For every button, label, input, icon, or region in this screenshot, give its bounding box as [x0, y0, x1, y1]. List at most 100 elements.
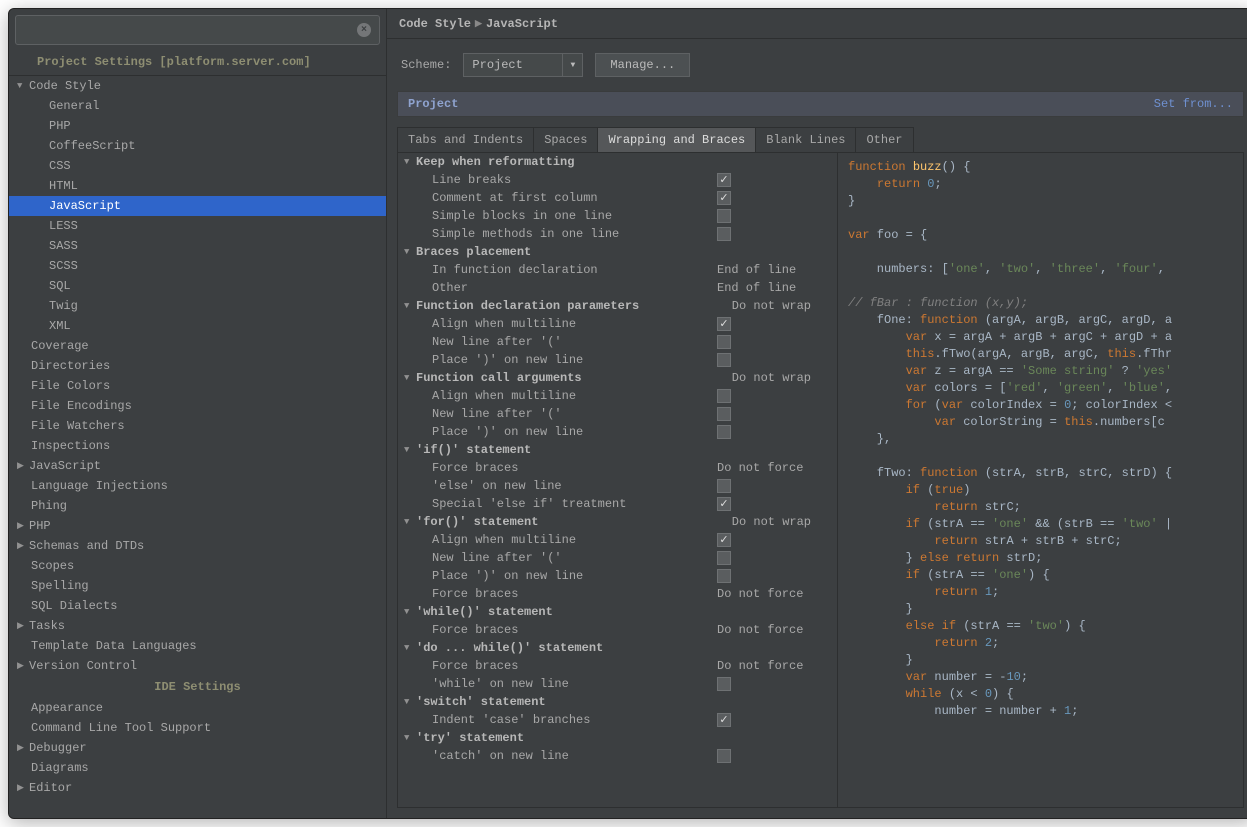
sidebar-item-tasks[interactable]: ▶Tasks — [9, 616, 386, 636]
settings-list[interactable]: ▼Keep when reformattingLine breaks✓Comme… — [398, 153, 838, 807]
set-from-link[interactable]: Set from... — [1154, 97, 1233, 111]
checkbox[interactable]: ✓ — [717, 191, 731, 205]
setting--catch-on-new-line[interactable]: 'catch' on new line — [398, 747, 837, 765]
checkbox[interactable] — [717, 335, 731, 349]
sidebar-item-command-line-tool-support[interactable]: Command Line Tool Support — [9, 718, 386, 738]
group-braces-placement[interactable]: ▼Braces placement — [398, 243, 837, 261]
setting-place-on-new-line[interactable]: Place ')' on new line — [398, 351, 837, 369]
sidebar-item-sql-dialects[interactable]: SQL Dialects — [9, 596, 386, 616]
scheme-dropdown[interactable]: Project ▼ — [463, 53, 583, 77]
setting-force-braces[interactable]: Force bracesDo not force — [398, 621, 837, 639]
sidebar-item-javascript[interactable]: JavaScript — [9, 196, 386, 216]
setting-comment-at-first-column[interactable]: Comment at first column✓ — [398, 189, 837, 207]
setting-other[interactable]: OtherEnd of line — [398, 279, 837, 297]
group-value[interactable]: Do not wrap — [732, 515, 811, 529]
checkbox[interactable] — [717, 551, 731, 565]
manage-button[interactable]: Manage... — [595, 53, 690, 77]
group--for-statement[interactable]: ▼'for()' statementDo not wrap — [398, 513, 837, 531]
chevron-down-icon[interactable]: ▼ — [562, 54, 582, 76]
value-dropdown[interactable]: Do not force — [717, 623, 803, 637]
search-input[interactable]: × — [15, 15, 380, 45]
tab-blank-lines[interactable]: Blank Lines — [755, 127, 856, 152]
checkbox[interactable]: ✓ — [717, 173, 731, 187]
checkbox[interactable] — [717, 749, 731, 763]
sidebar-item-file-watchers[interactable]: File Watchers — [9, 416, 386, 436]
sidebar-item-directories[interactable]: Directories — [9, 356, 386, 376]
settings-tree[interactable]: ▼Code StyleGeneralPHPCoffeeScriptCSSHTML… — [9, 76, 386, 818]
sidebar-item-php[interactable]: ▶PHP — [9, 516, 386, 536]
sidebar-item-css[interactable]: CSS — [9, 156, 386, 176]
setting-in-function-declaration[interactable]: In function declarationEnd of line — [398, 261, 837, 279]
group--switch-statement[interactable]: ▼'switch' statement — [398, 693, 837, 711]
checkbox[interactable] — [717, 425, 731, 439]
sidebar-item-version-control[interactable]: ▶Version Control — [9, 656, 386, 676]
setting-simple-methods-in-one-line[interactable]: Simple methods in one line — [398, 225, 837, 243]
sidebar-item-debugger[interactable]: ▶Debugger — [9, 738, 386, 758]
sidebar-item-appearance[interactable]: Appearance — [9, 698, 386, 718]
sidebar-item-sass[interactable]: SASS — [9, 236, 386, 256]
tab-spaces[interactable]: Spaces — [533, 127, 598, 152]
setting-indent-case-branches[interactable]: Indent 'case' branches✓ — [398, 711, 837, 729]
checkbox[interactable] — [717, 407, 731, 421]
checkbox[interactable] — [717, 479, 731, 493]
sidebar-item-scss[interactable]: SCSS — [9, 256, 386, 276]
sidebar-item-less[interactable]: LESS — [9, 216, 386, 236]
sidebar-item-file-encodings[interactable]: File Encodings — [9, 396, 386, 416]
checkbox[interactable] — [717, 389, 731, 403]
group--try-statement[interactable]: ▼'try' statement — [398, 729, 837, 747]
group-keep-when-reformatting[interactable]: ▼Keep when reformatting — [398, 153, 837, 171]
sidebar-item-spelling[interactable]: Spelling — [9, 576, 386, 596]
setting-force-braces[interactable]: Force bracesDo not force — [398, 585, 837, 603]
setting-new-line-after-[interactable]: New line after '(' — [398, 405, 837, 423]
setting-new-line-after-[interactable]: New line after '(' — [398, 333, 837, 351]
sidebar-item-general[interactable]: General — [9, 96, 386, 116]
setting-align-when-multiline[interactable]: Align when multiline✓ — [398, 531, 837, 549]
sidebar-item-file-colors[interactable]: File Colors — [9, 376, 386, 396]
setting-align-when-multiline[interactable]: Align when multiline — [398, 387, 837, 405]
setting-new-line-after-[interactable]: New line after '(' — [398, 549, 837, 567]
sidebar-item-code-style[interactable]: ▼Code Style — [9, 76, 386, 96]
value-dropdown[interactable]: Do not force — [717, 461, 803, 475]
sidebar-item-sql[interactable]: SQL — [9, 276, 386, 296]
group--if-statement[interactable]: ▼'if()' statement — [398, 441, 837, 459]
sidebar-item-template-data-languages[interactable]: Template Data Languages — [9, 636, 386, 656]
checkbox[interactable]: ✓ — [717, 497, 731, 511]
checkbox[interactable]: ✓ — [717, 317, 731, 331]
sidebar-item-inspections[interactable]: Inspections — [9, 436, 386, 456]
sidebar-item-coffeescript[interactable]: CoffeeScript — [9, 136, 386, 156]
sidebar-item-html[interactable]: HTML — [9, 176, 386, 196]
group-function-declaration-parameters[interactable]: ▼Function declaration parametersDo not w… — [398, 297, 837, 315]
clear-search-icon[interactable]: × — [357, 23, 371, 37]
sidebar-item-diagrams[interactable]: Diagrams — [9, 758, 386, 778]
sidebar-item-scopes[interactable]: Scopes — [9, 556, 386, 576]
checkbox[interactable] — [717, 569, 731, 583]
setting--while-on-new-line[interactable]: 'while' on new line — [398, 675, 837, 693]
checkbox[interactable] — [717, 209, 731, 223]
sidebar-item-schemas-and-dtds[interactable]: ▶Schemas and DTDs — [9, 536, 386, 556]
checkbox[interactable] — [717, 227, 731, 241]
setting-force-braces[interactable]: Force bracesDo not force — [398, 459, 837, 477]
setting-force-braces[interactable]: Force bracesDo not force — [398, 657, 837, 675]
setting-special-else-if-treatment[interactable]: Special 'else if' treatment✓ — [398, 495, 837, 513]
setting-place-on-new-line[interactable]: Place ')' on new line — [398, 423, 837, 441]
sidebar-item-coverage[interactable]: Coverage — [9, 336, 386, 356]
value-dropdown[interactable]: Do not force — [717, 659, 803, 673]
setting-place-on-new-line[interactable]: Place ')' on new line — [398, 567, 837, 585]
setting-simple-blocks-in-one-line[interactable]: Simple blocks in one line — [398, 207, 837, 225]
setting-align-when-multiline[interactable]: Align when multiline✓ — [398, 315, 837, 333]
checkbox[interactable]: ✓ — [717, 533, 731, 547]
tab-other[interactable]: Other — [855, 127, 913, 152]
sidebar-item-javascript[interactable]: ▶JavaScript — [9, 456, 386, 476]
sidebar-item-twig[interactable]: Twig — [9, 296, 386, 316]
value-dropdown[interactable]: End of line — [717, 281, 796, 295]
sidebar-item-language-injections[interactable]: Language Injections — [9, 476, 386, 496]
sidebar-item-php[interactable]: PHP — [9, 116, 386, 136]
sidebar-item-xml[interactable]: XML — [9, 316, 386, 336]
group--do-while-statement[interactable]: ▼'do ... while()' statement — [398, 639, 837, 657]
tab-tabs-and-indents[interactable]: Tabs and Indents — [397, 127, 534, 152]
checkbox[interactable]: ✓ — [717, 713, 731, 727]
sidebar-item-phing[interactable]: Phing — [9, 496, 386, 516]
value-dropdown[interactable]: Do not force — [717, 587, 803, 601]
value-dropdown[interactable]: End of line — [717, 263, 796, 277]
group-function-call-arguments[interactable]: ▼Function call argumentsDo not wrap — [398, 369, 837, 387]
